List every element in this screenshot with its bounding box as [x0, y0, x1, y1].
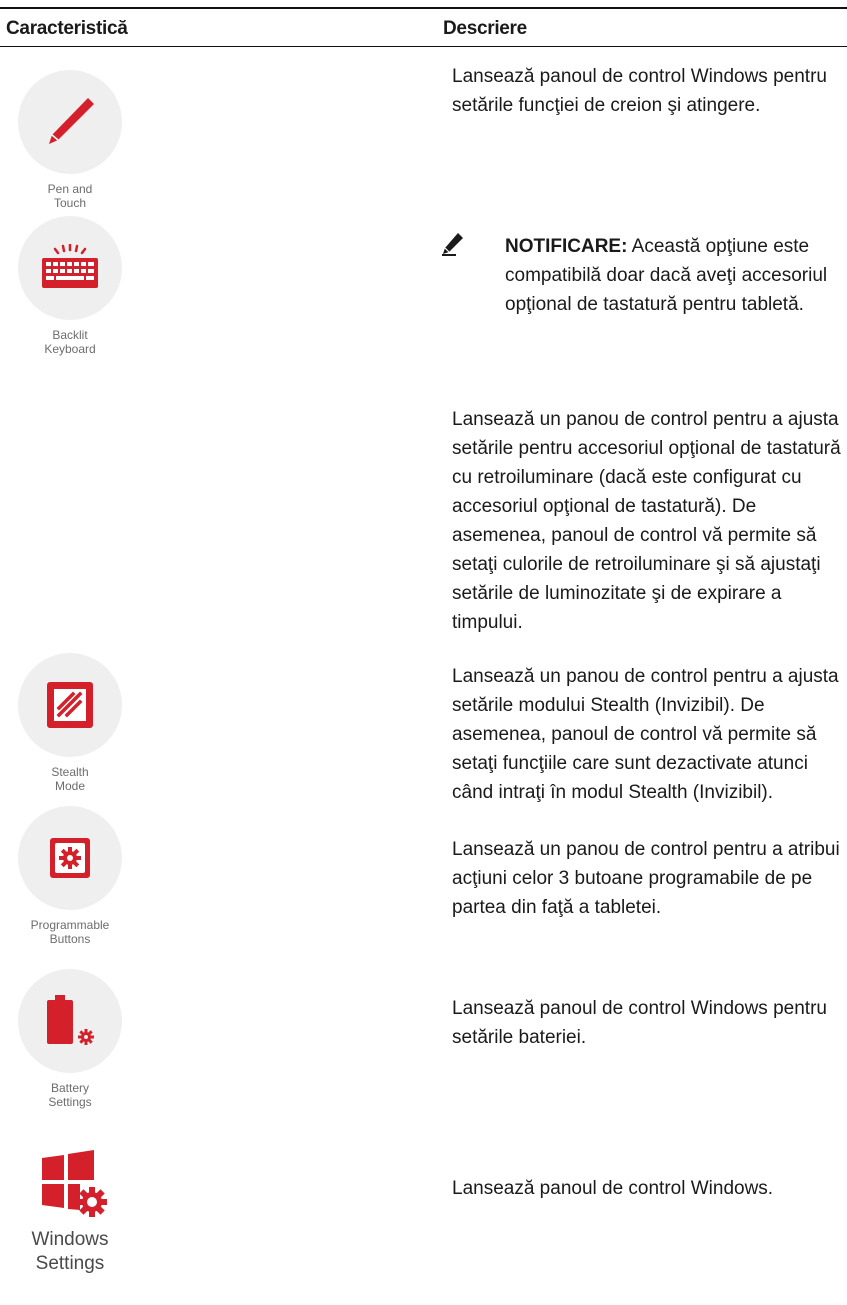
- battery-settings-tile[interactable]: Battery Settings: [18, 969, 122, 1109]
- stealth-mode-icon: [47, 682, 93, 728]
- backlit-keyboard-icon: [42, 244, 98, 288]
- tile-caption: Backlit Keyboard: [44, 328, 96, 356]
- battery-settings-icon: [47, 995, 94, 1045]
- tile-caption: Windows Settings: [31, 1229, 109, 1274]
- note-label: NOTIFICARE:: [505, 236, 628, 257]
- stealth-mode-tile[interactable]: Stealth Mode: [18, 653, 122, 793]
- backlit-keyboard-tile[interactable]: Backlit Keyboard: [18, 216, 122, 356]
- description-pen-and-touch: Lansează panoul de control Windows pentr…: [452, 66, 827, 116]
- note-pencil-icon: [442, 233, 463, 256]
- programmable-buttons-tile[interactable]: Programmable Buttons: [18, 806, 122, 946]
- programmable-buttons-icon: [50, 838, 90, 878]
- pen-icon: [49, 98, 94, 144]
- tile-caption: Stealth Mode: [51, 765, 89, 793]
- column-header-description: Descriere: [443, 18, 527, 39]
- description-battery-settings: Lansează panoul de control Windows pentr…: [452, 998, 827, 1048]
- description-windows-settings: Lansează panoul de control Windows.: [452, 1178, 774, 1199]
- tile-caption: Battery Settings: [48, 1081, 92, 1109]
- header-rule: [0, 46, 847, 47]
- pen-and-touch-tile[interactable]: Pen and Touch: [18, 70, 122, 210]
- note-notificare: NOTIFICARE: Această opţiune este compati…: [505, 232, 845, 319]
- description-programmable-buttons: Lansează un panou de control pentru a at…: [452, 839, 840, 918]
- tile-caption: Programmable Buttons: [30, 918, 110, 946]
- description-backlit-keyboard: Lansează un panou de control pentru a aj…: [452, 409, 841, 633]
- tile-caption: Pen and Touch: [47, 182, 93, 210]
- column-header-feature: Caracteristică: [6, 18, 128, 39]
- top-rule: [0, 7, 847, 9]
- description-stealth-mode: Lansează un panou de control pentru a aj…: [452, 666, 839, 803]
- windows-settings-tile[interactable]: Windows Settings: [18, 1138, 122, 1276]
- windows-settings-icon: [42, 1150, 107, 1217]
